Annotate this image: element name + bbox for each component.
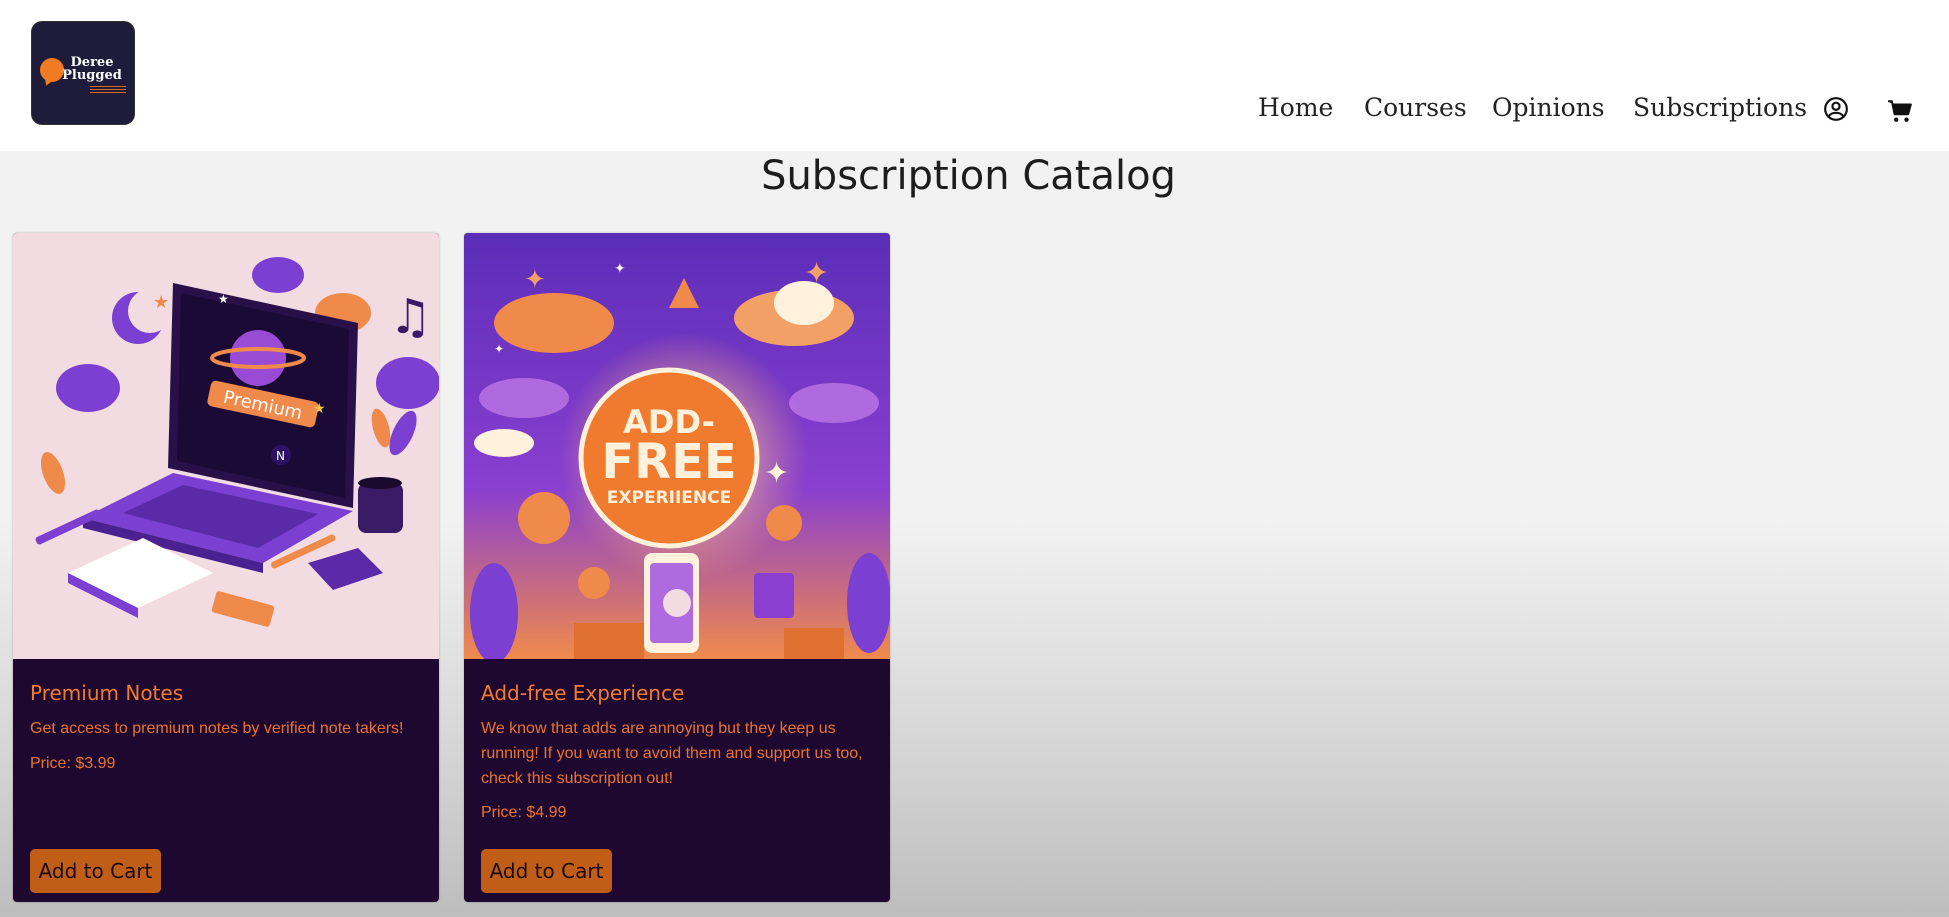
nav-link-opinions[interactable]: Opinions: [1492, 93, 1605, 122]
svg-text:♫: ♫: [389, 289, 432, 345]
navbar: Deree Plugged Home Courses Opinions Subs…: [0, 0, 1949, 151]
nav-link-subscriptions[interactable]: Subscriptions: [1633, 93, 1807, 122]
svg-text:✦: ✦: [494, 342, 504, 356]
page-title: Subscription Catalog: [761, 153, 1176, 199]
svg-text:N: N: [276, 449, 285, 463]
nav-links: Home Courses Opinions Subscriptions: [0, 93, 1949, 129]
logo-text: Deree Plugged: [54, 56, 130, 82]
svg-text:FREE: FREE: [601, 434, 736, 490]
svg-text:★: ★: [153, 292, 169, 312]
add-to-cart-button[interactable]: Add to Cart: [481, 849, 612, 893]
add-to-cart-button[interactable]: Add to Cart: [30, 849, 161, 893]
svg-text:✦: ✦: [614, 260, 626, 276]
card-body: Add-free Experience We know that adds ar…: [481, 659, 873, 902]
nav-link-courses[interactable]: Courses: [1364, 93, 1467, 122]
product-card-premium-notes: ♫ Premium N ★ ★ ★ Premium Notes Get acce…: [13, 233, 439, 902]
premium-notes-image: ♫ Premium N ★ ★ ★: [13, 233, 439, 659]
shopping-cart-icon[interactable]: [1887, 98, 1913, 124]
svg-text:✦: ✦: [804, 257, 829, 290]
svg-text:EXPERIIENCE: EXPERIIENCE: [607, 488, 731, 508]
card-body: Premium Notes Get access to premium note…: [30, 659, 422, 902]
product-title: Add-free Experience: [481, 681, 685, 705]
product-title: Premium Notes: [30, 681, 184, 705]
svg-text:★: ★: [313, 400, 326, 416]
product-price: Price: $4.99: [481, 804, 567, 821]
product-description: We know that adds are annoying but they …: [481, 720, 863, 787]
nav-link-home[interactable]: Home: [1258, 93, 1333, 122]
svg-text:★: ★: [218, 292, 229, 306]
product-price: Price: $3.99: [30, 755, 116, 772]
svg-text:✦: ✦: [764, 457, 789, 490]
user-circle-icon[interactable]: [1823, 96, 1849, 122]
product-description: Get access to premium notes by verified …: [30, 720, 404, 737]
logo-line2: Plugged: [62, 68, 122, 83]
svg-text:✦: ✦: [524, 264, 546, 294]
product-card-add-free-experience: ADD- FREE EXPERIIENCE ✦ ✦ ✦ ✦ ✦ Add-free…: [464, 233, 890, 902]
add-free-experience-image: ADD- FREE EXPERIIENCE ✦ ✦ ✦ ✦ ✦: [464, 233, 890, 659]
